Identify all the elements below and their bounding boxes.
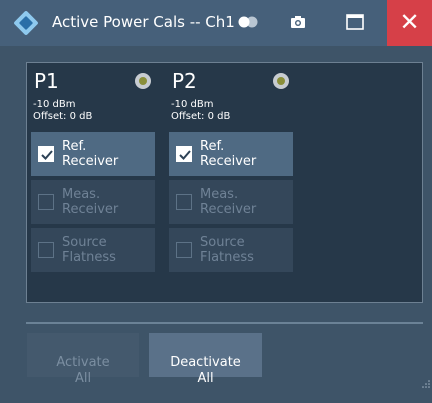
check-icon: [41, 150, 53, 160]
p2-ref-receiver-label: Ref. Receiver: [200, 139, 257, 169]
deactivate-all-button[interactable]: Deactivate All: [149, 333, 262, 386]
toggle-icon[interactable]: [237, 16, 259, 28]
title-bar[interactable]: Active Power Cals -- Ch1 ✕: [0, 0, 432, 46]
p1-meas-receiver-checkbox[interactable]: [38, 194, 54, 210]
p1-meas-receiver-button[interactable]: Meas. Receiver: [31, 180, 155, 224]
port-p1-status-led-icon: [135, 73, 151, 89]
deactivate-all-label: Deactivate All: [170, 355, 241, 386]
close-icon: ✕: [399, 8, 420, 36]
p1-meas-receiver-label: Meas. Receiver: [62, 187, 119, 217]
p2-source-flatness-checkbox[interactable]: [176, 242, 192, 258]
port-p2-status-led-icon: [273, 73, 289, 89]
activate-all-label: Activate All: [56, 355, 110, 386]
window-title: Active Power Cals -- Ch1: [52, 13, 235, 31]
app-logo-icon: [13, 10, 39, 36]
p2-ref-receiver-checkbox[interactable]: [176, 146, 192, 162]
p1-ref-receiver-checkbox[interactable]: [38, 146, 54, 162]
p2-meas-receiver-button[interactable]: Meas. Receiver: [169, 180, 293, 224]
resize-grip-icon[interactable]: [422, 380, 430, 388]
p2-ref-receiver-button[interactable]: Ref. Receiver: [169, 132, 293, 176]
p1-source-flatness-button[interactable]: Source Flatness: [31, 228, 155, 272]
p1-ref-receiver-label: Ref. Receiver: [62, 139, 119, 169]
separator: [26, 322, 423, 324]
p2-meas-receiver-checkbox[interactable]: [176, 194, 192, 210]
ports-panel: P1 -10 dBm Offset: 0 dB Ref. Receiver Me…: [26, 62, 423, 303]
p1-ref-receiver-button[interactable]: Ref. Receiver: [31, 132, 155, 176]
camera-icon[interactable]: [290, 14, 306, 30]
p2-source-flatness-button[interactable]: Source Flatness: [169, 228, 293, 272]
port-p1-offset: Offset: 0 dB: [33, 111, 93, 122]
port-title-p2: P2: [172, 69, 197, 93]
maximize-icon[interactable]: [346, 14, 364, 30]
p1-source-flatness-label: Source Flatness: [62, 235, 116, 265]
p2-source-flatness-label: Source Flatness: [200, 235, 254, 265]
port-p2-offset: Offset: 0 dB: [171, 111, 231, 122]
port-title-p1: P1: [34, 69, 59, 93]
activate-all-button[interactable]: Activate All: [27, 333, 139, 386]
p1-source-flatness-checkbox[interactable]: [38, 242, 54, 258]
port-p1-power: -10 dBm: [33, 99, 76, 110]
check-icon: [179, 150, 191, 160]
port-p2-power: -10 dBm: [171, 99, 214, 110]
p2-meas-receiver-label: Meas. Receiver: [200, 187, 257, 217]
close-button[interactable]: ✕: [387, 0, 432, 46]
